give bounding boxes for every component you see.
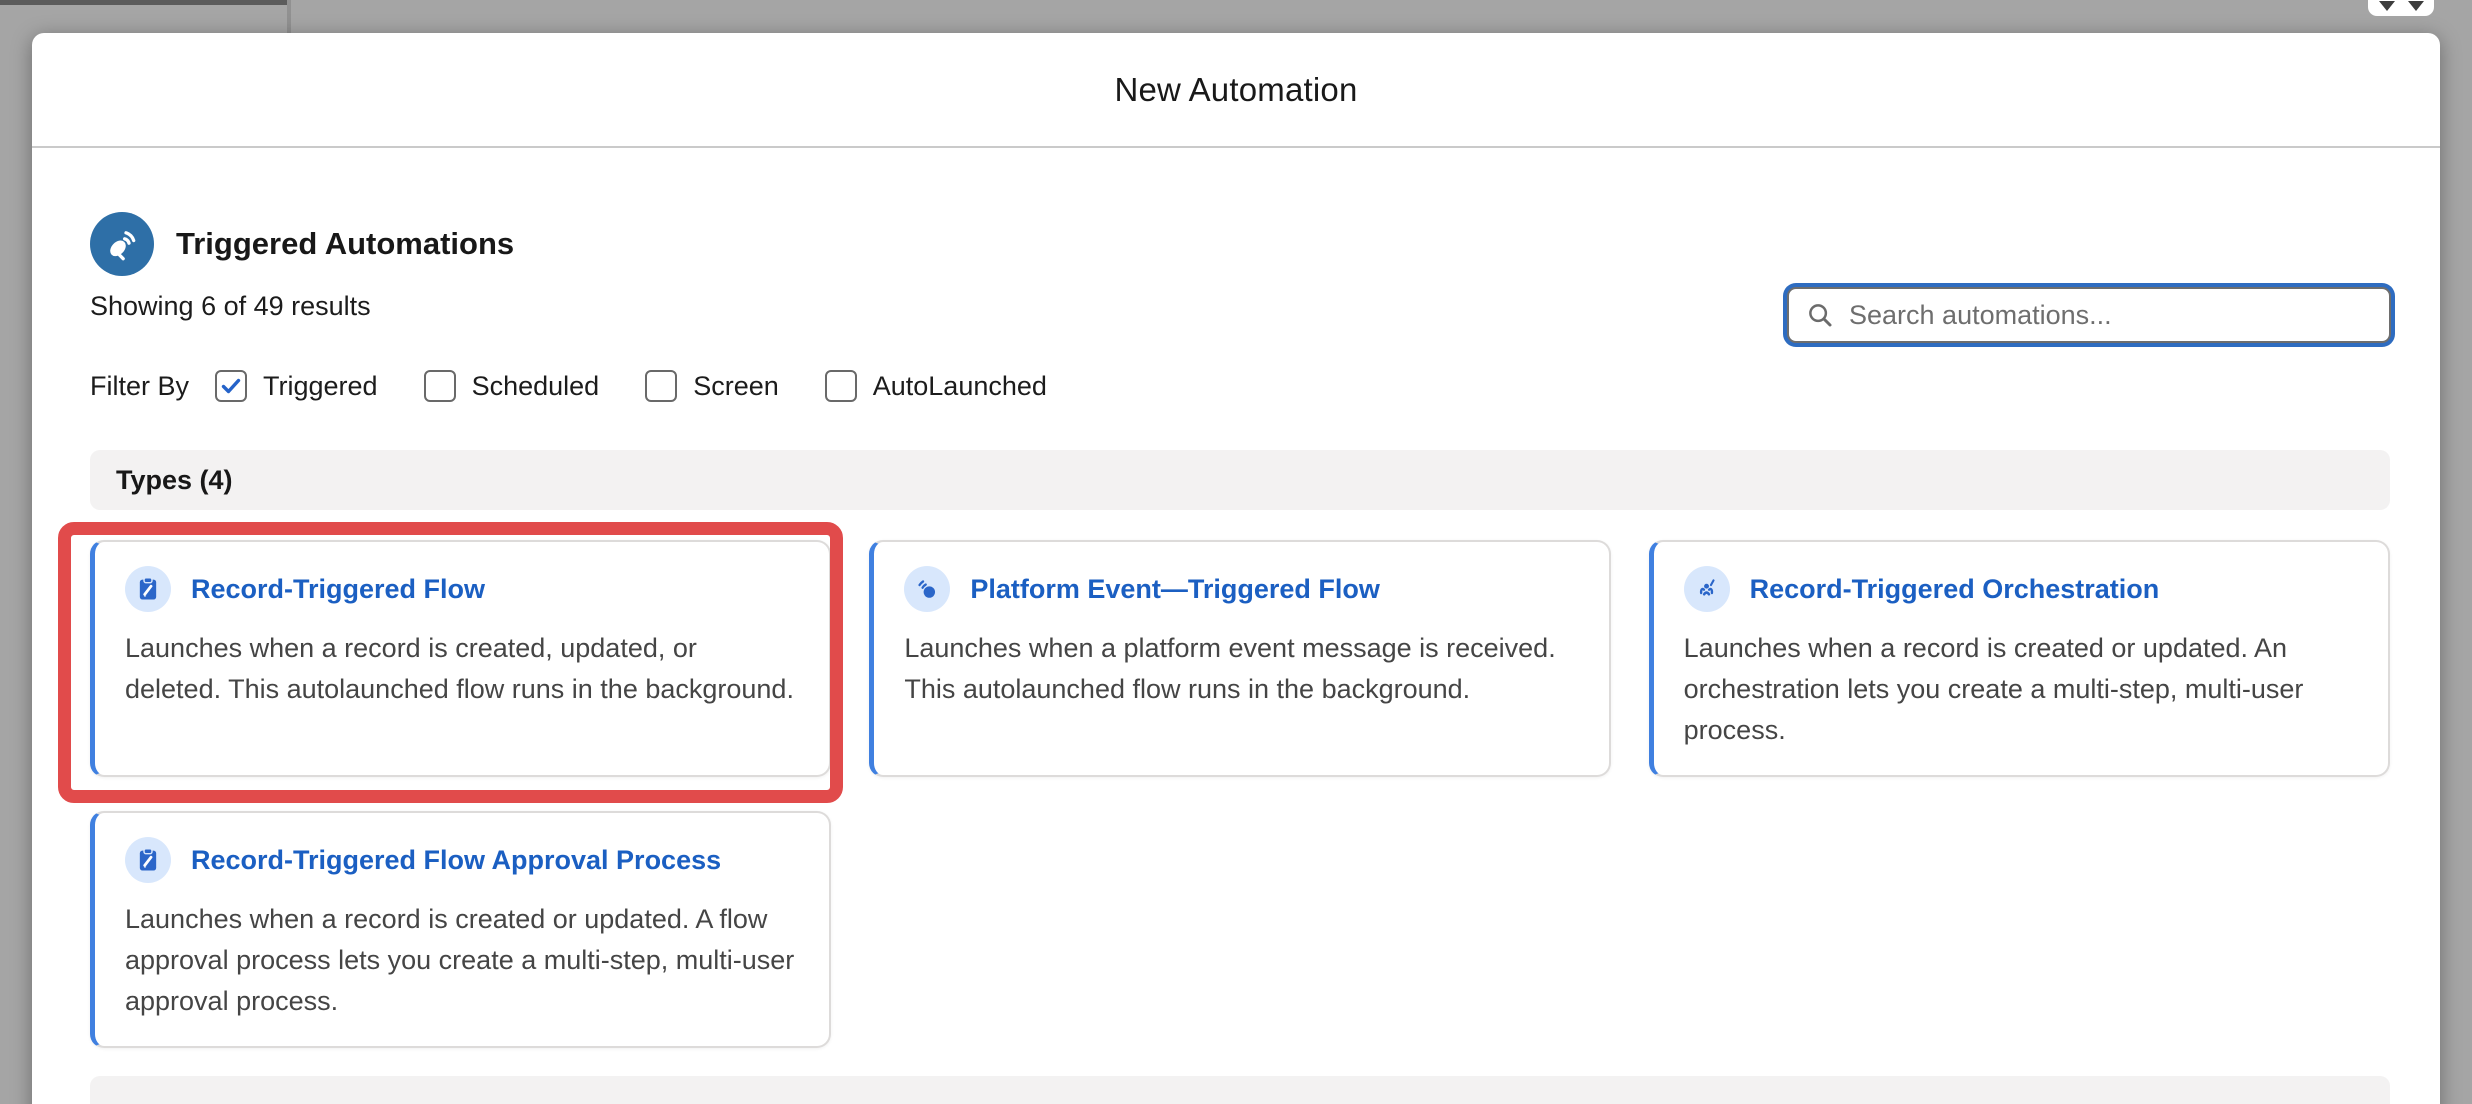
- types-section-bar: Types (4): [90, 450, 2390, 510]
- filter-option-scheduled[interactable]: Scheduled: [424, 370, 600, 402]
- card-title-row: Record-Triggered Flow: [125, 566, 799, 612]
- modal-title: New Automation: [1114, 71, 1357, 109]
- card-title-row: Record-Triggered Flow Approval Process: [125, 837, 799, 883]
- screen-checkbox[interactable]: [645, 370, 677, 402]
- card-description: Launches when a record is created or upd…: [1684, 628, 2358, 751]
- record-triggered-flow-icon: [125, 566, 171, 612]
- triggered-automations-icon: [90, 212, 154, 276]
- search-icon: [1805, 300, 1835, 330]
- browser-controls-button[interactable]: [2368, 0, 2434, 16]
- autolaunched-checkbox[interactable]: [825, 370, 857, 402]
- card-title: Record-Triggered Flow Approval Process: [191, 845, 721, 876]
- automation-cards-grid: Record-Triggered Flow Launches when a re…: [90, 540, 2390, 1048]
- modal-header: New Automation: [32, 33, 2440, 148]
- filter-option-label: Scheduled: [472, 371, 600, 402]
- filter-row: Filter By Triggered Scheduled: [90, 368, 2390, 404]
- modal-body: Triggered Automations Showing 6 of 49 re…: [32, 212, 2440, 1104]
- platform-event-flow-icon: [904, 566, 950, 612]
- card-record-triggered-orchestration[interactable]: Record-Triggered Orchestration Launches …: [1649, 540, 2390, 777]
- check-icon: [219, 374, 243, 398]
- orchestration-icon: [1684, 566, 1730, 612]
- card-record-triggered-flow-approval-process[interactable]: Record-Triggered Flow Approval Process L…: [90, 811, 831, 1048]
- triggered-checkbox[interactable]: [215, 370, 247, 402]
- search-input[interactable]: [1849, 300, 2373, 331]
- panel-title: Triggered Automations: [176, 226, 514, 262]
- filter-by-label: Filter By: [90, 371, 189, 402]
- search-box[interactable]: [1787, 287, 2391, 343]
- card-record-triggered-flow[interactable]: Record-Triggered Flow Launches when a re…: [90, 540, 831, 777]
- record-triggered-flow-icon: [125, 837, 171, 883]
- filter-option-autolaunched[interactable]: AutoLaunched: [825, 370, 1047, 402]
- next-section-bar: [90, 1076, 2390, 1104]
- card-platform-event-triggered-flow[interactable]: Platform Event—Triggered Flow Launches w…: [869, 540, 1610, 777]
- chevron-down-icon: [2379, 1, 2395, 11]
- card-description: Launches when a platform event message i…: [904, 628, 1578, 710]
- filter-option-screen[interactable]: Screen: [645, 370, 779, 402]
- filter-option-label: AutoLaunched: [873, 371, 1047, 402]
- browser-tab-top-edge: [0, 0, 289, 5]
- filter-option-label: Screen: [693, 371, 779, 402]
- card-title: Record-Triggered Flow: [191, 574, 485, 605]
- card-description: Launches when a record is created, updat…: [125, 628, 799, 710]
- card-description: Launches when a record is created or upd…: [125, 899, 799, 1022]
- card-title-row: Platform Event—Triggered Flow: [904, 566, 1578, 612]
- card-title-row: Record-Triggered Orchestration: [1684, 566, 2358, 612]
- new-automation-modal: New Automation Triggered Automations Sho…: [32, 33, 2440, 1104]
- panel-heading: Triggered Automations: [90, 212, 2390, 276]
- filter-option-triggered[interactable]: Triggered: [215, 370, 378, 402]
- browser-tab-divider: [287, 0, 291, 33]
- scheduled-checkbox[interactable]: [424, 370, 456, 402]
- card-title: Record-Triggered Orchestration: [1750, 574, 2160, 605]
- filter-option-label: Triggered: [263, 371, 378, 402]
- card-title: Platform Event—Triggered Flow: [970, 574, 1380, 605]
- chevron-down-icon: [2408, 1, 2424, 11]
- types-section-title: Types (4): [116, 465, 233, 496]
